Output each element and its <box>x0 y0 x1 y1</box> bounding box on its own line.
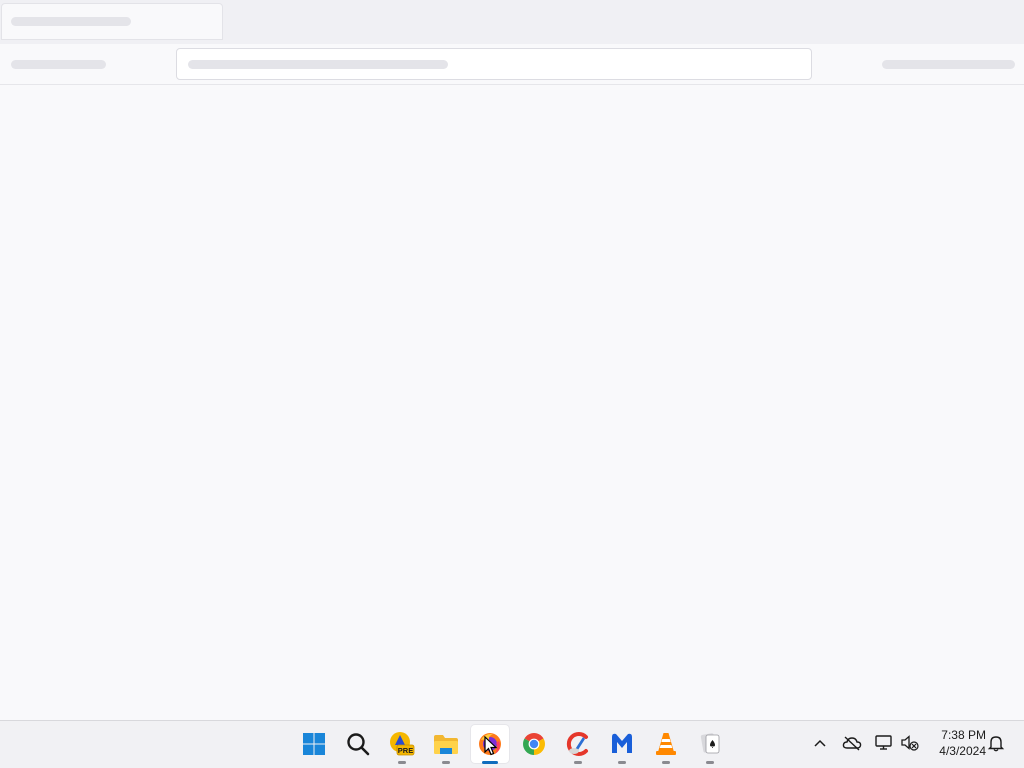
running-indicator <box>662 761 670 764</box>
browser-tab-strip <box>0 0 1024 44</box>
running-indicator <box>574 761 582 764</box>
running-indicator <box>706 761 714 764</box>
clock-date: 4/3/2024 <box>939 744 986 758</box>
network-tray-button[interactable] <box>872 731 896 755</box>
taskbar-app-vlc[interactable] <box>647 725 685 764</box>
running-indicator <box>482 761 498 764</box>
tab-title-placeholder <box>11 17 131 26</box>
toolbar-left-placeholder <box>11 60 106 69</box>
bell-icon <box>987 736 1005 752</box>
show-hidden-icons-button[interactable] <box>808 731 832 755</box>
clock-time: 7:38 PM <box>941 728 986 742</box>
speaker-muted-icon <box>901 735 919 751</box>
network-icon <box>875 735 892 750</box>
chevron-up-icon <box>814 739 826 747</box>
app-pre-icon: PRE <box>390 732 415 756</box>
onedrive-tray-button[interactable] <box>840 731 864 755</box>
running-indicator <box>398 761 406 764</box>
taskbar: PRE 7:38 PM 4/3/2024 <box>0 720 1024 768</box>
start-button[interactable] <box>295 725 333 763</box>
clock[interactable]: 7:38 PM 4/3/2024 <box>926 727 986 759</box>
search-button[interactable] <box>339 725 377 763</box>
browser-tab[interactable] <box>1 3 223 40</box>
taskbar-app-firefox[interactable] <box>471 725 509 764</box>
chrome-icon <box>523 733 545 755</box>
svg-text:PRE: PRE <box>398 746 413 755</box>
vlc-icon <box>656 733 676 755</box>
taskbar-app-chrome[interactable] <box>515 725 553 763</box>
firefox-icon <box>479 733 501 755</box>
volume-tray-button[interactable] <box>898 731 922 755</box>
running-indicator <box>442 761 450 764</box>
taskbar-app-ccleaner[interactable] <box>559 725 597 764</box>
taskbar-app-malwarebytes[interactable] <box>603 725 641 764</box>
malwarebytes-icon <box>612 733 632 753</box>
taskbar-app-pre[interactable]: PRE <box>383 725 421 764</box>
address-bar[interactable] <box>176 48 812 80</box>
search-icon <box>347 733 370 756</box>
ccleaner-icon <box>566 732 588 756</box>
onedrive-offline-icon <box>842 736 862 751</box>
page-content-area[interactable] <box>0 85 1024 720</box>
taskbar-app-file-explorer[interactable] <box>427 725 465 764</box>
browser-toolbar <box>0 44 1024 85</box>
file-explorer-icon <box>434 735 458 754</box>
solitaire-icon <box>700 733 720 754</box>
taskbar-app-solitaire[interactable] <box>691 725 729 764</box>
toolbar-right-placeholder <box>882 60 1015 69</box>
running-indicator <box>618 761 626 764</box>
address-bar-placeholder <box>188 60 448 69</box>
start-button-icon <box>303 733 325 755</box>
notifications-button[interactable] <box>984 731 1008 755</box>
